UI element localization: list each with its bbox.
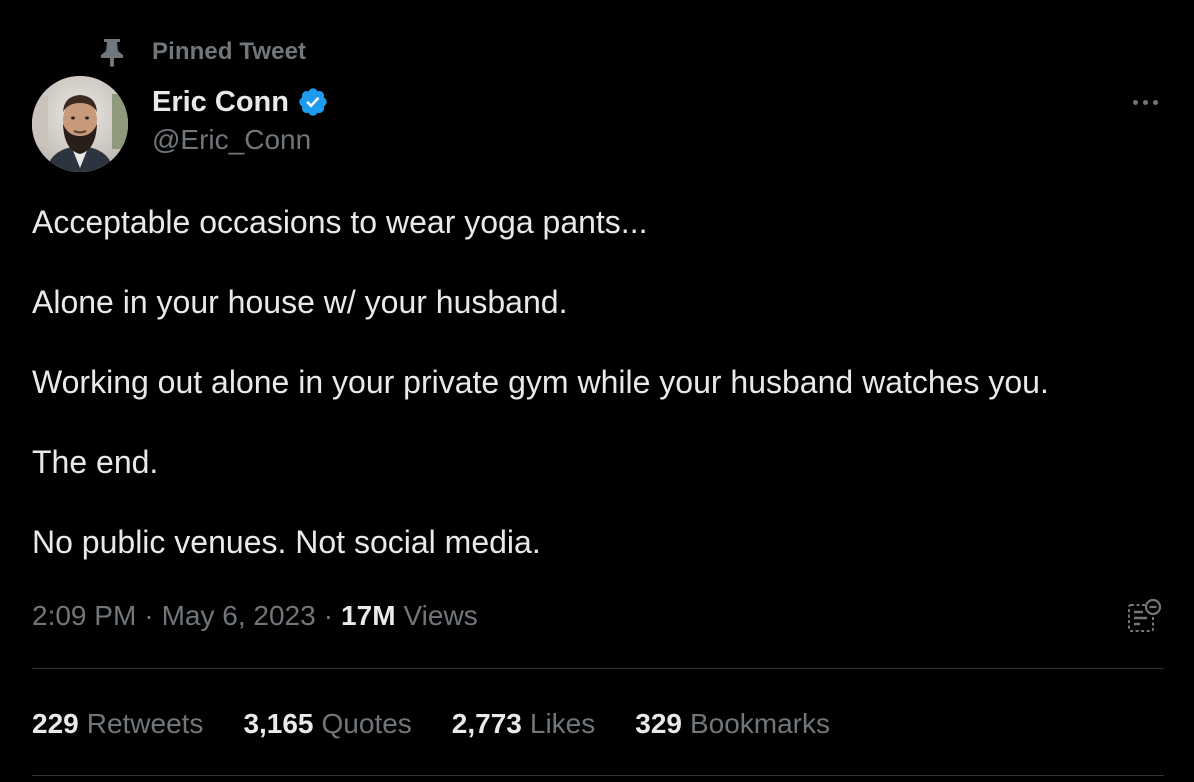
stat-count: 229 [32, 708, 79, 739]
pin-icon [98, 37, 126, 67]
stat-label: Quotes [321, 708, 412, 739]
meta-separator: · [323, 600, 334, 631]
views-label: Views [403, 600, 478, 631]
tweet-meta: 2:09 PM · May 6, 2023 · 17M Views [32, 596, 478, 636]
user-handle[interactable]: @Eric_Conn [152, 124, 329, 156]
stat-count: 2,773 [451, 708, 522, 739]
tweet-line: Working out alone in your private gym wh… [32, 364, 1049, 400]
tweet-date[interactable]: May 6, 2023 [162, 600, 316, 632]
stat-label: Likes [529, 708, 596, 739]
analytics-icon[interactable] [1126, 598, 1162, 634]
more-options-icon[interactable] [1124, 86, 1166, 118]
views-count: 17M [341, 600, 396, 631]
bookmarks-stat[interactable]: 329 Bookmarks [635, 708, 830, 740]
author-info: Eric Conn @Eric_Conn [152, 82, 329, 156]
tweet-line: Acceptable occasions to wear yoga pants.… [32, 204, 648, 240]
divider [32, 668, 1164, 669]
quotes-stat[interactable]: 3,165 Quotes [243, 708, 411, 740]
pinned-indicator: Pinned Tweet [98, 34, 306, 70]
tweet-line: Alone in your house w/ your husband. [32, 284, 568, 320]
meta-separator: · [144, 600, 154, 631]
pinned-label: Pinned Tweet [152, 38, 307, 65]
tweet-line: No public venues. Not social media. [32, 524, 541, 560]
tweet-stats: 229 Retweets 3,165 Quotes 2,773 Likes 329 Bo… [32, 702, 870, 746]
tweet-detail: Pinned Tweet Eric Conn @Eric_Conn Accept… [0, 0, 1194, 782]
tweet-time[interactable]: 2:09 PM [32, 600, 136, 632]
tweet-line: The end. [32, 444, 159, 480]
tweet-text: Acceptable occasions to wear yoga pants.… [32, 202, 1162, 602]
stat-label: Retweets [86, 708, 204, 739]
retweets-stat[interactable]: 229 Retweets [32, 708, 203, 740]
stat-label: Bookmarks [689, 708, 831, 739]
likes-stat[interactable]: 2,773 Likes [452, 708, 595, 740]
divider [32, 775, 1164, 776]
stat-count: 329 [635, 708, 682, 739]
display-name[interactable]: Eric Conn [152, 86, 289, 119]
name-row: Eric Conn [152, 82, 329, 122]
verified-badge-icon[interactable] [297, 86, 329, 118]
stat-count: 3,165 [243, 708, 314, 739]
avatar[interactable] [32, 76, 128, 172]
